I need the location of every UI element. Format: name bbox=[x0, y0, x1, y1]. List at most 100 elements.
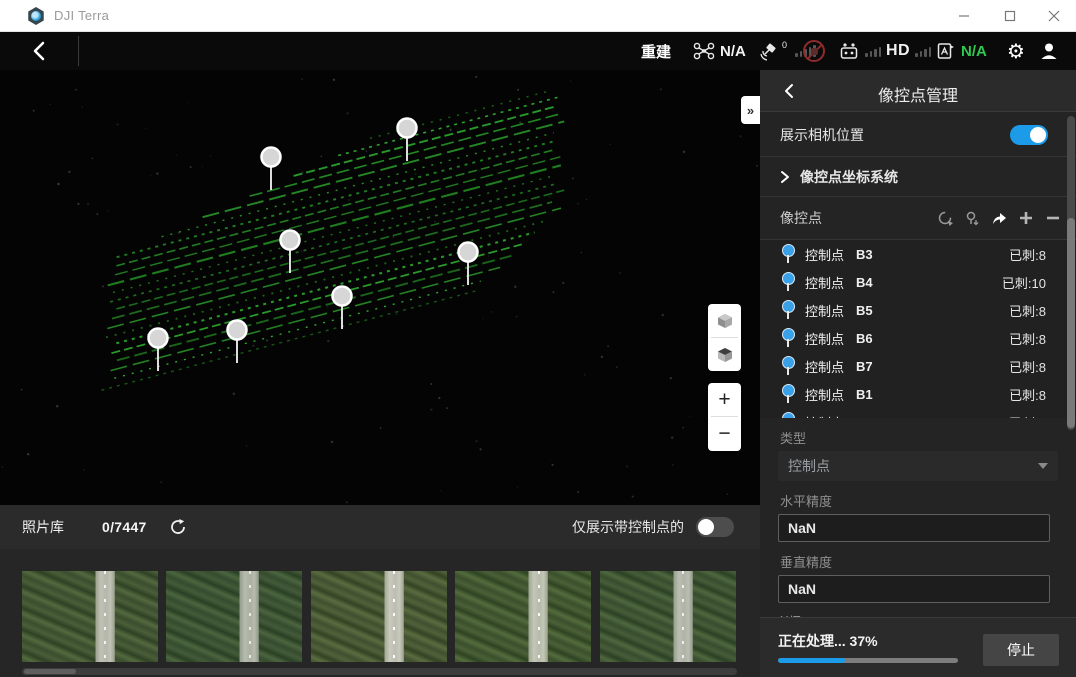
panel-header: 像控点管理 bbox=[760, 70, 1076, 112]
type-label: 类型 bbox=[780, 428, 1076, 447]
filter-gcp-only-toggle[interactable] bbox=[696, 517, 734, 537]
filter-gcp-only-label: 仅展示带控制点的 bbox=[572, 517, 684, 537]
refresh-icon bbox=[169, 518, 187, 536]
gcp-id: B7 bbox=[856, 359, 873, 374]
account-button[interactable] bbox=[1039, 32, 1059, 70]
gcp-marked-count: 已刺:10 bbox=[1002, 273, 1046, 292]
drone-icon bbox=[693, 41, 715, 61]
refresh-button[interactable] bbox=[169, 518, 187, 536]
point-cloud-canvas bbox=[0, 70, 760, 505]
panel-scrollbar[interactable] bbox=[1067, 116, 1075, 430]
gcp-export-button[interactable] bbox=[990, 209, 1008, 227]
title-bar: DJI Terra bbox=[0, 0, 1076, 32]
gcp-marker[interactable] bbox=[262, 148, 281, 191]
gcp-pin-icon bbox=[782, 244, 793, 264]
settings-button[interactable]: ⚙ bbox=[1007, 32, 1025, 70]
gcp-list-item[interactable]: 控制点 B2 已刺:8 bbox=[760, 408, 1076, 418]
zoom-widget: + − bbox=[708, 383, 741, 451]
filmstrip-scrollbar-thumb[interactable] bbox=[24, 669, 76, 674]
gcp-name: 控制点 bbox=[805, 329, 844, 348]
gcp-pin-icon bbox=[782, 384, 793, 404]
person-icon bbox=[1039, 41, 1059, 61]
back-button[interactable] bbox=[22, 35, 56, 67]
vertical-accuracy-label: 垂直精度 bbox=[780, 552, 1076, 571]
gcp-list-item[interactable]: 控制点 B3 已刺:8 bbox=[760, 240, 1076, 268]
gcp-pin-icon bbox=[782, 272, 793, 292]
gcp-marker[interactable] bbox=[149, 329, 168, 372]
gcp-optimize-button[interactable] bbox=[936, 209, 954, 227]
gcp-pin-icon bbox=[782, 356, 793, 376]
gcp-marker[interactable] bbox=[228, 321, 247, 364]
stop-button[interactable]: 停止 bbox=[983, 634, 1059, 666]
remote-controller-icon bbox=[838, 41, 860, 61]
gcp-marked-count: 已刺:8 bbox=[1009, 357, 1046, 376]
gps-satellite-count: 0 bbox=[782, 40, 787, 50]
minimize-button[interactable] bbox=[942, 0, 986, 31]
rtk-status-value: N/A bbox=[961, 43, 987, 60]
gcp-id: B4 bbox=[856, 275, 873, 290]
view-cube-3d-button[interactable] bbox=[708, 304, 741, 337]
show-camera-toggle[interactable] bbox=[1010, 125, 1048, 145]
3d-viewport[interactable]: » + − bbox=[0, 70, 760, 505]
progress-bar bbox=[778, 658, 958, 663]
show-camera-label: 展示相机位置 bbox=[780, 125, 864, 145]
filmstrip-scrollbar[interactable] bbox=[22, 668, 737, 675]
panel-collapse-tab[interactable]: » bbox=[741, 96, 760, 124]
gcp-management-panel: 像控点管理 展示相机位置 像控点坐标系统 像控点 bbox=[760, 70, 1076, 677]
gcp-remove-button[interactable] bbox=[1044, 209, 1062, 227]
hd-transmission-status: HD bbox=[886, 32, 931, 70]
gcp-section-header: 像控点 bbox=[760, 198, 1076, 238]
remote-controller-status bbox=[838, 32, 881, 70]
photo-count: 0/7447 bbox=[102, 519, 147, 535]
photo-thumbnail[interactable] bbox=[311, 571, 447, 662]
vertical-accuracy-input[interactable] bbox=[778, 575, 1050, 603]
type-select-value: 控制点 bbox=[788, 456, 830, 476]
photo-thumbnail[interactable] bbox=[22, 571, 158, 662]
zoom-in-button[interactable]: + bbox=[708, 383, 741, 416]
gcp-name: 控制点 bbox=[805, 273, 844, 292]
gcp-list-item[interactable]: 控制点 B1 已刺:8 bbox=[760, 380, 1076, 408]
gcp-list-item[interactable]: 控制点 B7 已刺:8 bbox=[760, 352, 1076, 380]
gcp-list-item[interactable]: 控制点 B4 已刺:10 bbox=[760, 268, 1076, 296]
gcp-id: B3 bbox=[856, 247, 873, 262]
horizontal-accuracy-label: 水平精度 bbox=[780, 491, 1076, 510]
toolbar-divider bbox=[78, 36, 79, 66]
gcp-id: B1 bbox=[856, 387, 873, 402]
view-cube-top-button[interactable] bbox=[708, 338, 741, 371]
zoom-out-button[interactable]: − bbox=[708, 417, 741, 450]
rtk-icon bbox=[936, 41, 956, 61]
dji-terra-logo-icon bbox=[27, 7, 45, 25]
gcp-list-item[interactable]: 控制点 B6 已刺:8 bbox=[760, 324, 1076, 352]
photo-thumbnail[interactable] bbox=[166, 571, 302, 662]
dji-terra-window: DJI Terra 重建 N/A bbox=[0, 0, 1076, 677]
gcp-marker[interactable] bbox=[459, 243, 478, 286]
gcp-marked-count: 已刺:8 bbox=[1009, 301, 1046, 320]
gcp-add-button[interactable] bbox=[1017, 209, 1035, 227]
hd-label: HD bbox=[886, 42, 910, 60]
horizontal-accuracy-input[interactable] bbox=[778, 514, 1050, 542]
photo-library-bar: 照片库 0/7447 仅展示带控制点的 bbox=[0, 505, 760, 549]
rebuild-button[interactable]: 重建 bbox=[641, 32, 671, 70]
hd-signal-bars-icon bbox=[915, 45, 931, 57]
gcp-marked-count: 已刺:8 bbox=[1009, 329, 1046, 348]
chevron-down-icon bbox=[1038, 463, 1048, 469]
cube-top-icon bbox=[716, 346, 734, 364]
gear-icon: ⚙ bbox=[1007, 39, 1025, 63]
gcp-name: 控制点 bbox=[805, 245, 844, 264]
panel-scrollbar-thumb[interactable] bbox=[1067, 218, 1075, 428]
close-button[interactable] bbox=[1032, 0, 1076, 31]
gcp-name: 控制点 bbox=[805, 385, 844, 404]
gcp-import-button[interactable] bbox=[963, 209, 981, 227]
thumbnail-strip bbox=[22, 571, 737, 662]
maximize-button[interactable] bbox=[988, 0, 1032, 31]
photo-thumbnail[interactable] bbox=[600, 571, 736, 662]
photo-thumbnail[interactable] bbox=[455, 571, 591, 662]
gcp-list: 控制点 B3 已刺:8 控制点 B4 已刺:10 控制点 B5 已刺:8 控制点… bbox=[760, 239, 1076, 418]
photo-filmstrip bbox=[0, 549, 760, 677]
gcp-name: 控制点 bbox=[805, 357, 844, 376]
gcp-list-item[interactable]: 控制点 B5 已刺:8 bbox=[760, 296, 1076, 324]
coordinate-system-label: 像控点坐标系统 bbox=[800, 167, 898, 187]
app-title: DJI Terra bbox=[54, 8, 109, 23]
type-select[interactable]: 控制点 bbox=[778, 451, 1058, 481]
coordinate-system-row[interactable]: 像控点坐标系统 bbox=[760, 158, 1076, 197]
